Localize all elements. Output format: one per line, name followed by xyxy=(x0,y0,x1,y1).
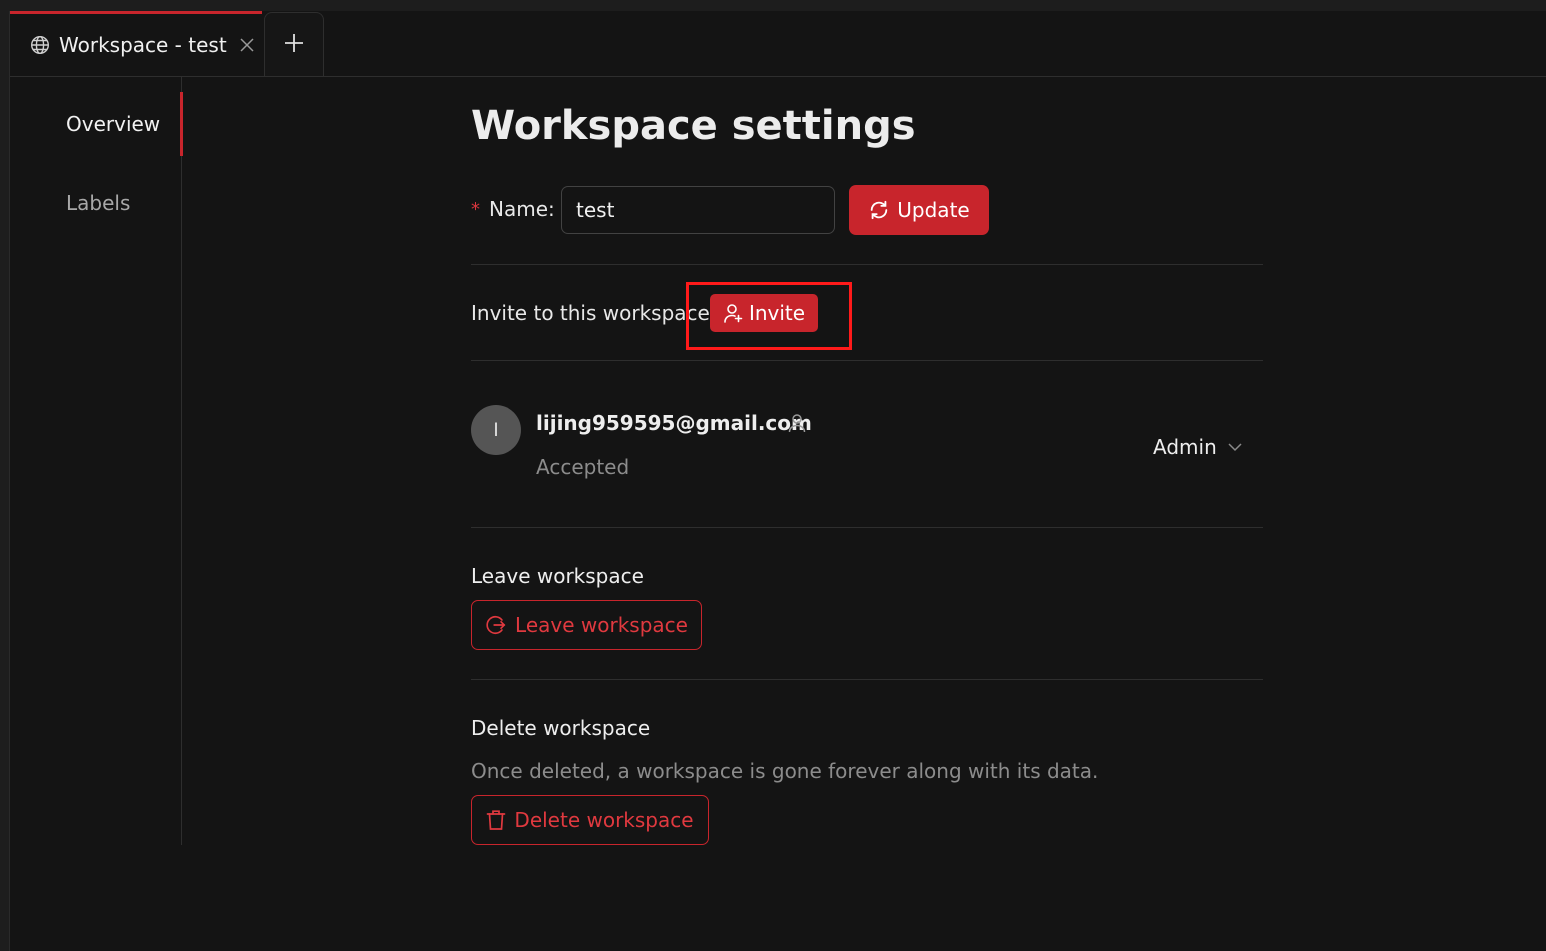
member-row: l lijing959595@gmail.com Accepted Admin xyxy=(471,405,1263,485)
member-email: lijing959595@gmail.com xyxy=(536,411,812,435)
app-window: Workspace - test Overview Labels Workspa… xyxy=(0,0,1546,951)
plus-icon xyxy=(284,33,304,57)
sidebar-item-labels[interactable]: Labels xyxy=(10,171,181,235)
page-title: Workspace settings xyxy=(471,103,916,149)
role-select[interactable]: Admin xyxy=(1153,433,1243,461)
refresh-icon xyxy=(871,200,888,220)
globe-icon xyxy=(30,35,50,55)
sidebar-item-overview[interactable]: Overview xyxy=(10,92,181,156)
sidebar-item-label: Overview xyxy=(66,112,161,136)
add-tab-button[interactable] xyxy=(264,12,324,76)
required-marker: * xyxy=(471,199,480,220)
member-status: Accepted xyxy=(536,455,630,479)
left-gutter xyxy=(0,11,10,951)
sidebar-item-label: Labels xyxy=(66,191,131,215)
divider xyxy=(471,264,1263,265)
invite-button[interactable]: Invite xyxy=(710,294,818,332)
update-button[interactable]: Update xyxy=(849,185,989,235)
delete-description: Once deleted, a workspace is gone foreve… xyxy=(471,759,1099,783)
role-value: Admin xyxy=(1153,435,1217,459)
close-icon[interactable] xyxy=(239,37,255,53)
avatar: l xyxy=(471,405,521,455)
tab-label: Workspace - test xyxy=(59,33,227,57)
chevron-down-icon xyxy=(1228,443,1242,452)
divider xyxy=(471,679,1263,680)
leave-section-title: Leave workspace xyxy=(471,564,644,588)
settings-sidebar: Overview Labels xyxy=(10,77,183,845)
leave-workspace-button[interactable]: Leave workspace xyxy=(471,600,702,650)
trash-icon xyxy=(487,810,506,830)
logout-icon xyxy=(486,615,506,635)
update-button-label: Update xyxy=(897,198,970,222)
leave-button-label: Leave workspace xyxy=(515,613,688,637)
invite-text: Invite to this workspace xyxy=(471,301,710,325)
delete-section-title: Delete workspace xyxy=(471,716,651,740)
user-add-icon xyxy=(724,304,743,323)
delete-workspace-button[interactable]: Delete workspace xyxy=(471,795,709,845)
delete-button-label: Delete workspace xyxy=(514,808,694,832)
divider xyxy=(471,360,1263,361)
active-indicator xyxy=(180,92,183,156)
invite-button-label: Invite xyxy=(748,301,806,325)
name-form-row: * Name: Update xyxy=(471,185,1263,235)
name-input[interactable] xyxy=(561,186,835,234)
tab-workspace[interactable]: Workspace - test xyxy=(10,11,262,76)
user-icon xyxy=(787,413,807,433)
name-label: Name: xyxy=(489,197,555,221)
divider xyxy=(471,527,1263,528)
tab-bar: Workspace - test xyxy=(10,11,1546,77)
